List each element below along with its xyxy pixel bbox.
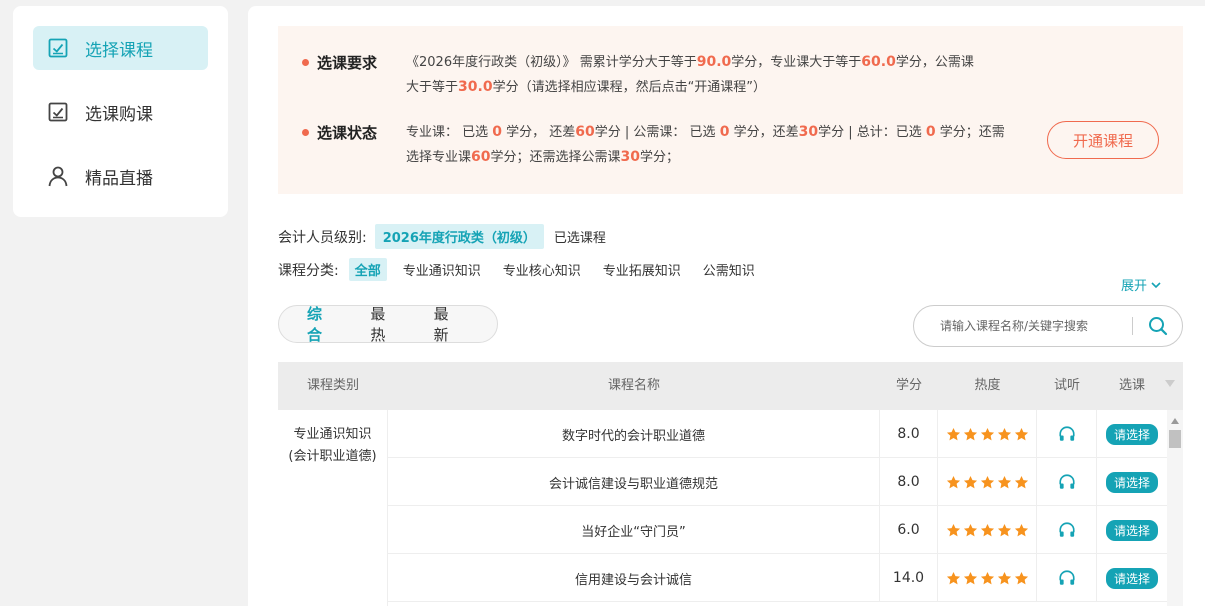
table-row: 当好企业“守门员” 6.0 请选择 [388,506,1167,554]
scroll-up-arrow-icon[interactable] [1171,418,1179,424]
course-name[interactable]: 当好企业“守门员” [388,506,880,554]
scrollbar[interactable] [1167,410,1183,606]
header-select: 选课 [1118,378,1145,393]
heat-rating [938,506,1037,554]
sidebar-item-live[interactable]: 精品直播 [33,154,208,198]
select-course-button[interactable]: 请选择 [1105,423,1158,445]
bullet-dot-icon [302,59,309,66]
header-heat: 热度 [974,378,1001,393]
star-icon [963,427,977,440]
star-icon [1014,475,1028,488]
headphones-icon[interactable] [1037,554,1097,602]
heat-rating [938,458,1037,506]
sort-down-icon[interactable] [1165,380,1175,387]
selected-courses-link[interactable]: 已选课程 [554,227,606,246]
course-credit: 14.0 [880,554,938,602]
sidebar-item-select-courses[interactable]: 选择课程 [33,26,208,70]
category-general[interactable]: 专业通识知识 [397,258,487,281]
status-title: 选课状态 [302,122,377,143]
main-panel: 选课要求 《2026年度行政类（初级）》 需累计学分大于等于90.0学分，专业课… [248,6,1205,606]
star-icon [963,571,977,584]
course-name[interactable]: 信用建设与会计诚信 [388,554,880,602]
course-credit: 8.0 [880,410,938,458]
select-course-button[interactable]: 请选择 [1105,519,1158,541]
heat-rating [938,410,1037,458]
course-name[interactable]: 会计诚信建设与职业道德规范 [388,458,880,506]
select-course-button[interactable]: 请选择 [1105,471,1158,493]
table-row: 数字时代的会计职业道德 8.0 请选择 [388,410,1167,458]
header-type: 课程类别 [306,378,359,393]
course-credit: 8.0 [880,458,938,506]
star-icon [963,523,977,536]
category-core[interactable]: 专业核心知识 [497,258,587,281]
status-text: 专业课： 已选 0 学分， 还差60学分 | 公需课： 已选 0 学分，还差30… [406,124,1005,165]
sort-comprehensive[interactable]: 综合 [307,303,336,345]
star-icon [1014,571,1028,584]
expand-toggle[interactable]: 展开 [1121,275,1162,294]
category-extension[interactable]: 专业拓展知识 [597,258,687,281]
sidebar-item-label: 选择课程 [85,40,153,61]
star-icon [980,475,994,488]
sidebar-item-label: 选课购课 [85,104,153,125]
star-icon [946,571,960,584]
headphones-icon[interactable] [1037,410,1097,458]
star-icon [1014,523,1028,536]
table-header: 课程类别 课程名称 学分 热度 试听 选课 [278,362,1183,410]
open-course-button[interactable]: 开通课程 [1047,121,1159,159]
star-icon [997,427,1011,440]
chevron-down-icon [1151,281,1161,288]
level-filter: 会计人员级别: 2026年度行政类（初级） 已选课程 [278,224,606,249]
sort-newest[interactable]: 最新 [434,303,463,345]
notice-box: 选课要求 《2026年度行政类（初级）》 需累计学分大于等于90.0学分，专业课… [278,26,1183,194]
course-table: 课程类别 课程名称 学分 热度 试听 选课 专业通识知识 (会计职业道德) 数字… [278,362,1183,606]
search-box [913,305,1183,347]
star-icon [1014,427,1028,440]
category-label: 课程分类: [278,262,339,279]
header-credit: 学分 [895,378,922,393]
headphones-icon[interactable] [1037,506,1097,554]
star-icon [963,475,977,488]
sidebar-item-label: 精品直播 [85,168,153,189]
table-row: 信用建设与会计诚信 14.0 请选择 [388,554,1167,602]
requirement-text: 《2026年度行政类（初级）》 需累计学分大于等于90.0学分，专业课大于等于6… [406,54,974,95]
star-icon [946,475,960,488]
course-name[interactable]: 数字时代的会计职业道德 [388,410,880,458]
star-icon [980,523,994,536]
type-cell: 专业通识知识 (会计职业道德) [278,410,388,606]
checkbox-icon [47,101,69,123]
header-listen: 试听 [1053,378,1080,393]
header-name: 课程名称 [607,378,660,393]
requirement-title: 选课要求 [302,52,377,73]
sort-hottest[interactable]: 最热 [370,303,399,345]
star-icon [997,571,1011,584]
heat-rating [938,554,1037,602]
star-icon [946,427,960,440]
select-course-button[interactable]: 请选择 [1105,567,1158,589]
level-label: 会计人员级别: [278,229,367,246]
sidebar-item-buy-courses[interactable]: 选课购课 [33,90,208,134]
star-icon [997,523,1011,536]
table-row: 会计诚信建设与职业道德规范 8.0 请选择 [388,458,1167,506]
star-icon [980,571,994,584]
category-filter: 课程分类: 全部 专业通识知识 专业核心知识 专业拓展知识 公需知识 [278,258,761,281]
checkbox-icon [47,37,69,59]
user-icon [47,165,69,187]
headphones-icon[interactable] [1037,458,1097,506]
star-icon [946,523,960,536]
scroll-thumb[interactable] [1169,430,1181,448]
search-icon[interactable] [1143,311,1173,341]
level-tag[interactable]: 2026年度行政类（初级） [374,224,544,249]
search-input[interactable] [940,319,1130,333]
category-public[interactable]: 公需知识 [697,258,761,281]
star-icon [997,475,1011,488]
sidebar: 选择课程 选课购课 精品直播 [13,6,228,217]
star-icon [980,427,994,440]
search-divider [1132,317,1133,335]
bullet-dot-icon [302,129,309,136]
sort-bar: 综合 最热 最新 [278,303,498,345]
course-credit: 6.0 [880,506,938,554]
category-all[interactable]: 全部 [348,258,387,281]
